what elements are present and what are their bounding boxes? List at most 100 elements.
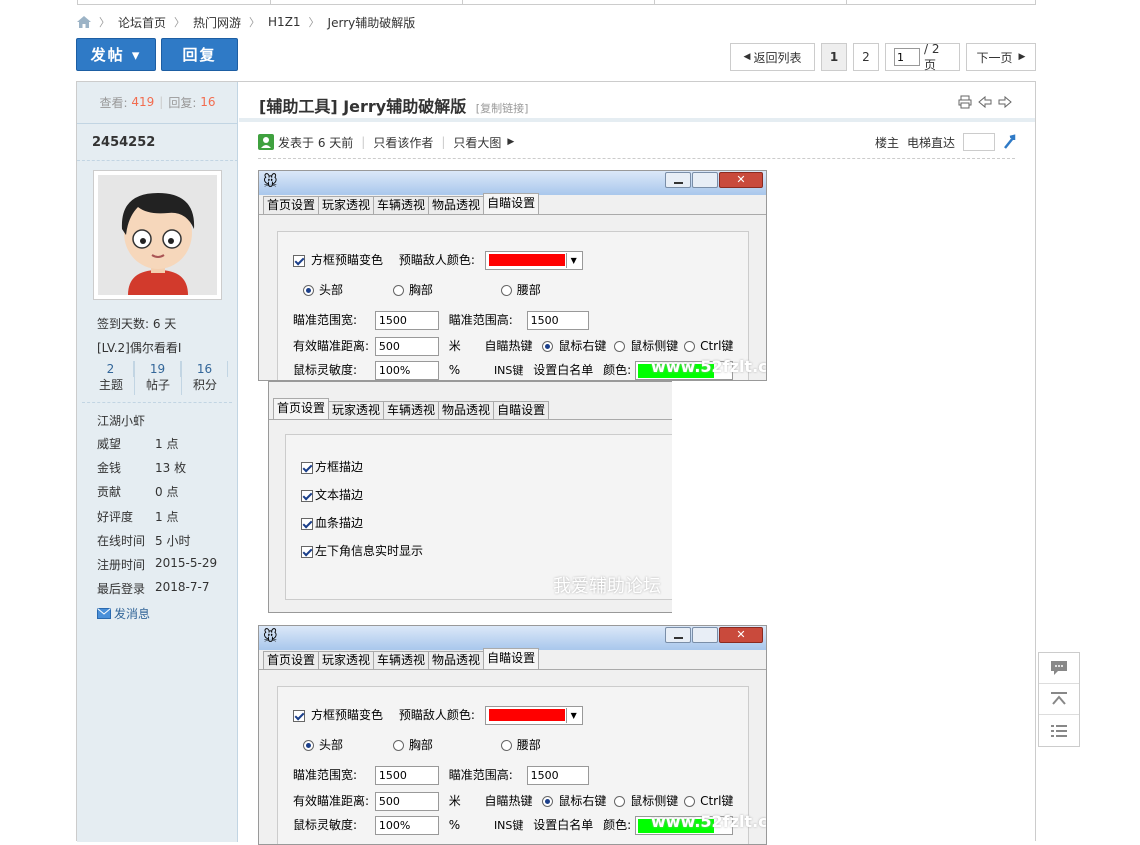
post-button[interactable]: 发帖 ▾: [76, 38, 156, 71]
meta-divider: [258, 158, 1015, 159]
user-level[interactable]: [LV.2]偶尔看看I: [97, 339, 181, 356]
tab-home-settings: 首页设置: [273, 398, 330, 419]
frame-color-label: 方框预瞄变色: [311, 253, 384, 267]
field-row: 贡献 0 点: [97, 483, 237, 500]
post-meta: 发表于 6 天前 | 只看该作者 | 只看大图 ▶: [258, 133, 514, 151]
floating-tools: [1038, 652, 1080, 747]
field-value: 2015-5-29: [155, 556, 218, 570]
page-1-button[interactable]: 1: [821, 43, 847, 71]
send-message-label: 发消息: [114, 607, 151, 621]
check-box: [301, 545, 313, 558]
dialog-tabs: 首页设置 玩家透视 车辆透视 物品透视 自瞄设置: [259, 193, 766, 215]
count-posts-value: 19: [135, 361, 181, 377]
big-image-link[interactable]: 只看大图: [453, 134, 501, 151]
next-page-button[interactable]: 下一页 ▶: [966, 43, 1036, 71]
check-label: 文本描边: [315, 488, 364, 502]
tab-item-esp: 物品透视: [428, 196, 485, 214]
enemy-color-select: ▼: [484, 251, 583, 270]
floor-jump-input[interactable]: [963, 133, 996, 151]
aim-height-field: 1500: [526, 311, 589, 330]
tab-vehicle-esp: 车辆透视: [373, 651, 430, 669]
hotkey-ctrl-radio: [684, 341, 696, 352]
count-threads-value: 2: [88, 361, 134, 377]
jump-arrow-icon[interactable]: [1003, 134, 1017, 150]
reply-button[interactable]: 回复: [161, 38, 238, 71]
page-2-button[interactable]: 2: [853, 43, 879, 71]
replies-label: 回复:: [168, 95, 197, 110]
hotkey-right-radio: [542, 796, 554, 807]
aim-distance-unit: 米: [448, 339, 461, 353]
username[interactable]: 2454252: [77, 123, 238, 161]
tab-vehicle-esp: 车辆透视: [383, 401, 440, 419]
tab-vehicle-esp: 车辆透视: [373, 196, 430, 214]
aim-height-field: 1500: [526, 766, 589, 785]
next-arrow-icon: ▶: [1018, 52, 1026, 62]
author-only-link[interactable]: 只看该作者: [373, 134, 433, 151]
dialog-titlebar: 🐭 ✕: [259, 626, 766, 650]
top-nav-strip: [77, 0, 1036, 5]
aim-height-label: 瞄准范围高:: [448, 768, 513, 782]
aim-range-row: 瞄准范围宽: 1500 瞄准范围高: 1500: [293, 311, 589, 330]
watermark-forum: 我爱辅助论坛: [553, 576, 661, 597]
tab-home-settings: 首页设置: [263, 196, 320, 214]
tab-aim-settings: 自瞄设置: [483, 648, 540, 669]
copy-link[interactable]: [复制链接]: [476, 102, 529, 115]
page-jump-input[interactable]: [894, 48, 920, 66]
field-value: 5 小时: [155, 534, 191, 548]
aim-distance-field: 500: [374, 792, 439, 811]
field-row: 最后登录 2018-7-7: [97, 580, 237, 597]
radio-chest-label: 胸部: [408, 283, 433, 297]
hotkey-right-radio: [542, 341, 554, 352]
tab-player-esp: 玩家透视: [328, 401, 385, 419]
jump-label: 电梯直达: [907, 135, 956, 150]
breadcrumb-h1z1[interactable]: H1Z1: [268, 15, 301, 29]
back-to-list-button[interactable]: ◀ 返回列表: [730, 43, 815, 71]
check-box: [301, 517, 313, 530]
back-to-top-button[interactable]: [1039, 684, 1079, 715]
breadcrumb-thread[interactable]: Jerry辅助破解版: [328, 14, 416, 31]
minimize-icon: [665, 627, 691, 643]
count-points[interactable]: 16 积分: [182, 361, 228, 395]
post-time: 发表于 6 天前: [278, 135, 354, 150]
field-row: 好评度 1 点: [97, 508, 237, 525]
field-row: 注册时间 2015-5-29: [97, 556, 237, 573]
home-icon[interactable]: [77, 16, 91, 28]
field-row: 在线时间 5 小时: [97, 532, 237, 549]
return-list-button[interactable]: [1039, 715, 1079, 746]
user-rank: 江湖小虾: [97, 414, 146, 428]
radio-chest: [392, 740, 404, 751]
radio-chest-label: 胸部: [408, 738, 433, 752]
back-arrow-icon: ◀: [743, 52, 751, 62]
send-message-link[interactable]: 发消息: [97, 605, 150, 622]
aim-width-label: 瞄准范围宽:: [293, 768, 358, 782]
breadcrumb-forum-home[interactable]: 论坛首页: [118, 14, 166, 31]
aim-part-row: 头部 胸部 腰部: [303, 736, 541, 753]
replies-count: 16: [200, 95, 216, 109]
hotkey-side-radio: [614, 341, 626, 352]
prev-thread-icon[interactable]: [978, 95, 992, 109]
user-counts: 2 主题 19 帖子 16 积分: [88, 361, 228, 395]
field-label: 威望: [97, 437, 122, 451]
breadcrumb-hot-games[interactable]: 热门网游: [193, 14, 241, 31]
views-count: 419: [131, 95, 155, 109]
checkin-days: 签到天数: 6 天: [97, 317, 177, 331]
hotkey-ctrl-label: Ctrl键: [700, 794, 734, 808]
quick-reply-button[interactable]: [1039, 653, 1079, 684]
aim-width-field: 1500: [374, 766, 439, 785]
thread-tools: [958, 95, 1012, 109]
dialog-titlebar: 🐭 ✕: [259, 171, 766, 195]
count-threads[interactable]: 2 主题: [88, 361, 135, 395]
aim-distance-field: 500: [374, 337, 439, 356]
page-total: / 2 页: [924, 41, 940, 72]
frame-color-row: 方框预瞄变色 预瞄敌人颜色: ▼: [293, 251, 583, 270]
avatar[interactable]: [93, 170, 222, 300]
next-thread-icon[interactable]: [998, 95, 1012, 109]
views-label: 查看:: [99, 95, 128, 110]
print-icon[interactable]: [958, 95, 972, 109]
next-page-label: 下一页: [976, 50, 1013, 65]
aim-distance-label: 有效瞄准距离:: [293, 794, 370, 808]
close-icon: ✕: [719, 627, 763, 643]
dialog-tabs: 首页设置 玩家透视 车辆透视 物品透视 自瞄设置: [269, 396, 672, 420]
count-posts[interactable]: 19 帖子: [135, 361, 182, 395]
field-label: 注册时间: [97, 558, 146, 572]
